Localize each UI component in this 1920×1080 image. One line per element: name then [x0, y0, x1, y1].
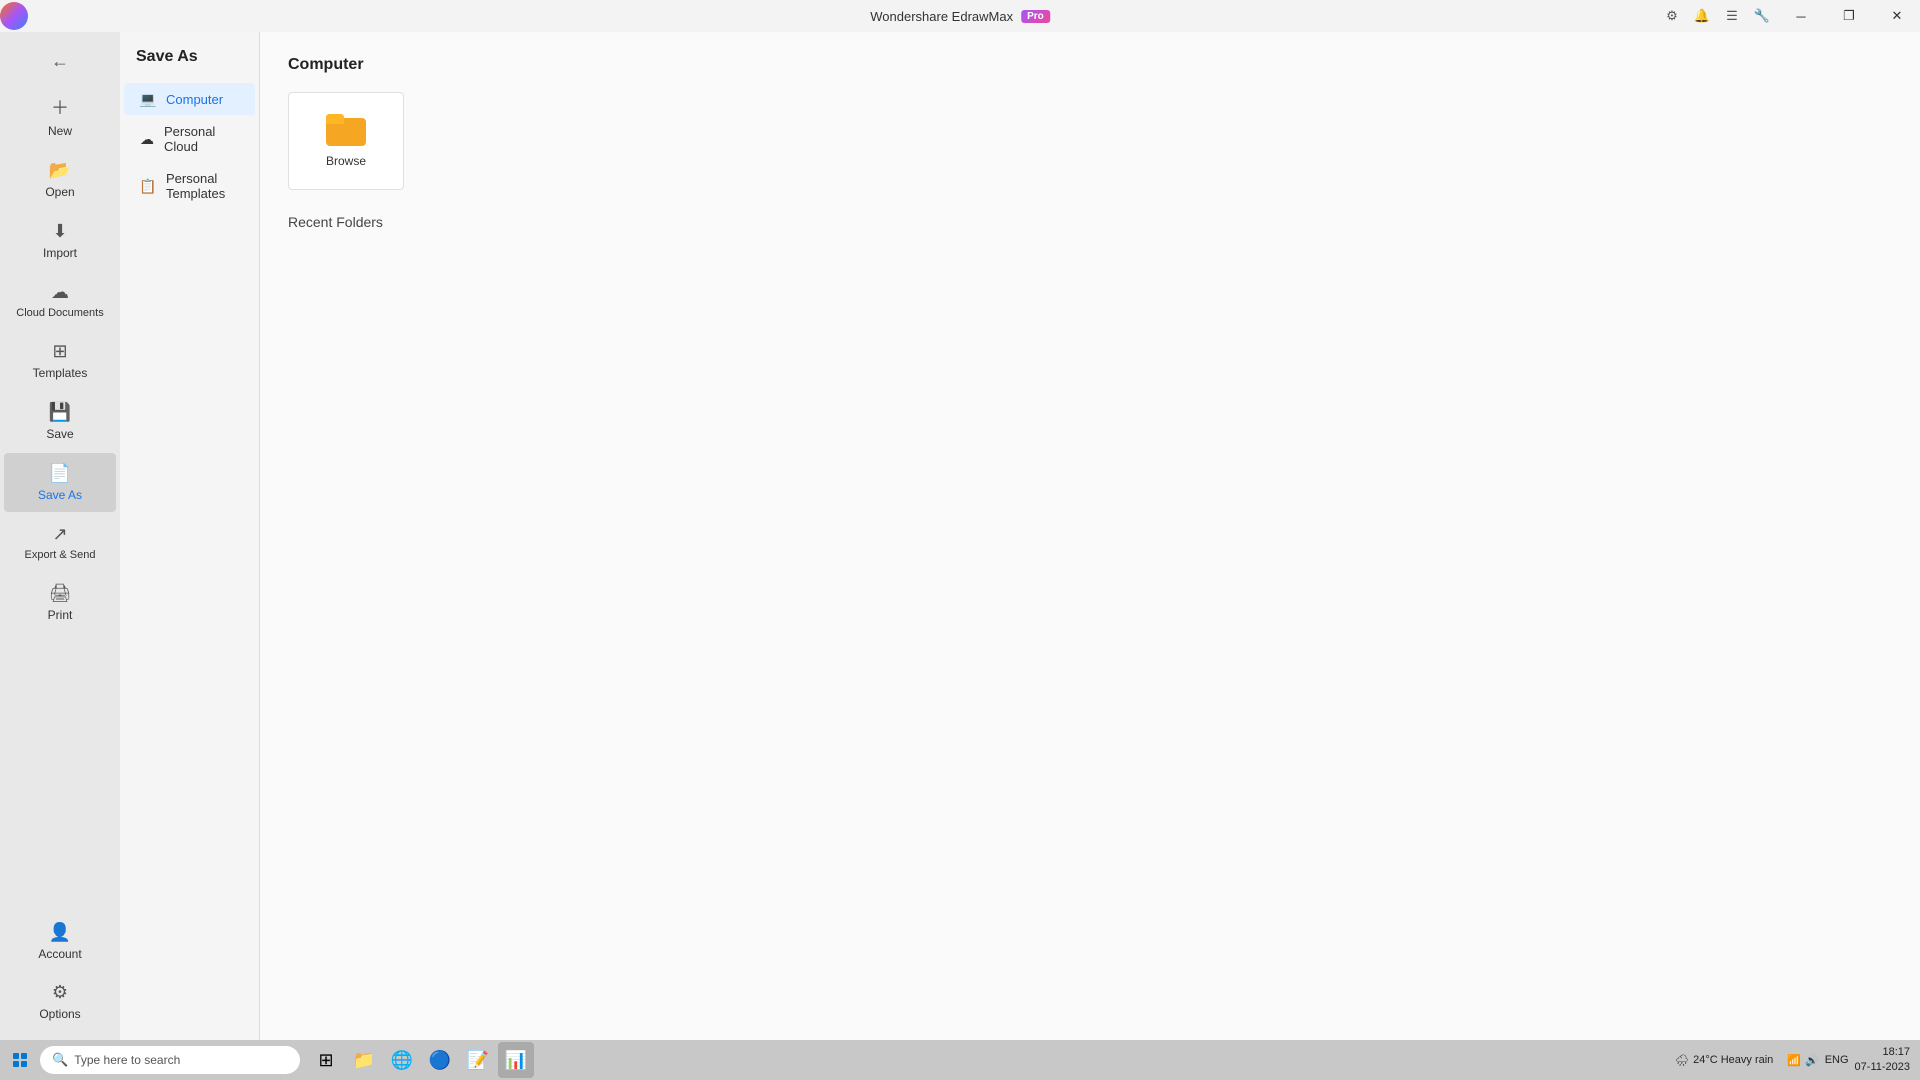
- cloud-icon: ☁: [51, 282, 69, 303]
- sidebar-item-cloud-label: Cloud Documents: [16, 307, 103, 319]
- main-container: ← ＋ New 📂 Open ⬇ Import ☁ Cloud Document…: [0, 32, 1920, 1040]
- middle-panel-cloud-label: Personal Cloud: [164, 124, 239, 154]
- middle-panel-computer-label: Computer: [166, 92, 223, 107]
- save-as-icon: 📄: [49, 463, 71, 484]
- taskbar-system-icons: 📶 🔊: [1787, 1054, 1818, 1067]
- sidebar-item-save-as-label: Save As: [38, 488, 82, 502]
- browse-label: Browse: [326, 154, 366, 168]
- sidebar-item-options[interactable]: ⚙ Options: [4, 972, 116, 1031]
- sidebar-item-account-label: Account: [38, 947, 81, 961]
- sidebar-item-print[interactable]: 🖨 Print: [4, 573, 116, 632]
- titlebar-left-icons: [0, 2, 36, 30]
- weather-widget[interactable]: 🌧 24°C Heavy rain: [1667, 1052, 1781, 1069]
- system-clock[interactable]: 18:17 07-11-2023: [1855, 1045, 1910, 1076]
- save-icon: 💾: [49, 402, 71, 423]
- sidebar-item-new-label: New: [48, 124, 72, 138]
- content-title: Computer: [288, 56, 1892, 74]
- export-icon: ↗: [52, 524, 67, 545]
- sidebar-item-templates-label: Templates: [33, 366, 88, 380]
- clock-time: 18:17: [1855, 1045, 1910, 1060]
- taskbar-app-edrawmax[interactable]: 📊: [498, 1042, 534, 1078]
- sidebar-item-templates[interactable]: ⊞ Templates: [4, 331, 116, 390]
- sidebar-item-import-label: Import: [43, 246, 77, 260]
- bell-icon[interactable]: 🔔: [1688, 2, 1716, 30]
- titlebar-right: ⚙ 🔔 ☰ 🔧 ─ ❐ ✕: [1658, 0, 1920, 32]
- browse-card[interactable]: Browse: [288, 92, 404, 190]
- back-icon: ←: [51, 51, 69, 72]
- sidebar-item-new[interactable]: ＋ New: [4, 84, 116, 148]
- search-icon: 🔍: [52, 1052, 68, 1068]
- taskbar-app-edge[interactable]: 🌐: [384, 1042, 420, 1078]
- minimize-button[interactable]: ─: [1778, 0, 1824, 32]
- sidebar-item-open-label: Open: [45, 185, 74, 199]
- templates-icon: ⊞: [52, 341, 67, 362]
- open-icon: 📂: [49, 160, 71, 181]
- sidebar-item-cloud-documents[interactable]: ☁ Cloud Documents: [4, 272, 116, 329]
- account-icon: 👤: [49, 922, 71, 943]
- middle-panel: Save As 💻 Computer ☁ Personal Cloud 📋 Pe…: [120, 32, 260, 1040]
- settings-icon[interactable]: ⚙: [1658, 2, 1686, 30]
- sidebar-item-options-label: Options: [39, 1007, 80, 1021]
- sidebar-item-save-label: Save: [46, 427, 73, 441]
- close-button[interactable]: ✕: [1874, 0, 1920, 32]
- sidebar-item-export-send[interactable]: ↗ Export & Send: [4, 514, 116, 571]
- taskbar-right: 🌧 24°C Heavy rain 📶 🔊 ENG 18:17 07-11-20…: [1667, 1045, 1920, 1076]
- middle-panel-item-computer[interactable]: 💻 Computer: [124, 83, 255, 115]
- taskbar: 🔍 Type here to search ⊞ 📁 🌐 🔵 📝 📊 🌧 24°C…: [0, 1040, 1920, 1080]
- sidebar-item-save[interactable]: 💾 Save: [4, 392, 116, 451]
- recent-folders-title: Recent Folders: [288, 214, 1892, 230]
- middle-panel-templates-label: Personal Templates: [166, 171, 239, 201]
- sidebar-item-account[interactable]: 👤 Account: [4, 912, 116, 971]
- options-icon: ⚙: [52, 982, 68, 1003]
- pro-badge: Pro: [1021, 10, 1050, 23]
- taskbar-app-word[interactable]: 📝: [460, 1042, 496, 1078]
- taskbar-apps: ⊞ 📁 🌐 🔵 📝 📊: [308, 1042, 534, 1078]
- volume-icon[interactable]: 🔊: [1805, 1054, 1819, 1067]
- middle-panel-item-personal-templates[interactable]: 📋 Personal Templates: [124, 163, 255, 209]
- taskbar-app-chrome[interactable]: 🔵: [422, 1042, 458, 1078]
- toolbar-icon[interactable]: 🔧: [1748, 2, 1776, 30]
- app-title: Wondershare EdrawMax: [870, 9, 1013, 24]
- clock-date: 07-11-2023: [1855, 1060, 1910, 1075]
- sidebar-item-print-label: Print: [48, 608, 73, 622]
- windows-icon: [13, 1053, 27, 1067]
- language-indicator: ENG: [1825, 1054, 1849, 1066]
- sidebar-item-import[interactable]: ⬇ Import: [4, 211, 116, 270]
- print-icon: 🖨: [49, 583, 72, 604]
- titlebar-center: Wondershare EdrawMax Pro: [870, 9, 1050, 24]
- network-icon[interactable]: 📶: [1787, 1054, 1801, 1067]
- weather-text: 24°C Heavy rain: [1693, 1054, 1773, 1066]
- personal-cloud-icon: ☁: [140, 131, 154, 147]
- menu-icon[interactable]: ☰: [1718, 2, 1746, 30]
- middle-panel-item-personal-cloud[interactable]: ☁ Personal Cloud: [124, 116, 255, 162]
- left-sidebar: ← ＋ New 📂 Open ⬇ Import ☁ Cloud Document…: [0, 32, 120, 1040]
- taskbar-app-files[interactable]: 📁: [346, 1042, 382, 1078]
- taskbar-app-widgets[interactable]: ⊞: [308, 1042, 344, 1078]
- personal-templates-icon: 📋: [140, 178, 156, 194]
- search-placeholder: Type here to search: [74, 1053, 180, 1067]
- middle-panel-title: Save As: [120, 48, 259, 82]
- new-icon: ＋: [51, 94, 69, 120]
- titlebar: Wondershare EdrawMax Pro ⚙ 🔔 ☰ 🔧 ─ ❐ ✕: [0, 0, 1920, 32]
- sidebar-item-save-as[interactable]: 📄 Save As: [4, 453, 116, 512]
- sidebar-item-export-label: Export & Send: [25, 549, 96, 561]
- restore-button[interactable]: ❐: [1826, 0, 1872, 32]
- content-area: Computer Browse Recent Folders: [260, 32, 1920, 1040]
- import-icon: ⬇: [52, 221, 67, 242]
- computer-icon: 💻: [140, 91, 156, 107]
- taskbar-search-box[interactable]: 🔍 Type here to search: [40, 1046, 300, 1074]
- weather-icon: 🌧: [1675, 1054, 1689, 1067]
- start-button[interactable]: [0, 1040, 40, 1080]
- folder-icon: [326, 114, 366, 146]
- sidebar-item-open[interactable]: 📂 Open: [4, 150, 116, 209]
- user-avatar: [0, 2, 28, 30]
- sidebar-item-back[interactable]: ←: [4, 41, 116, 82]
